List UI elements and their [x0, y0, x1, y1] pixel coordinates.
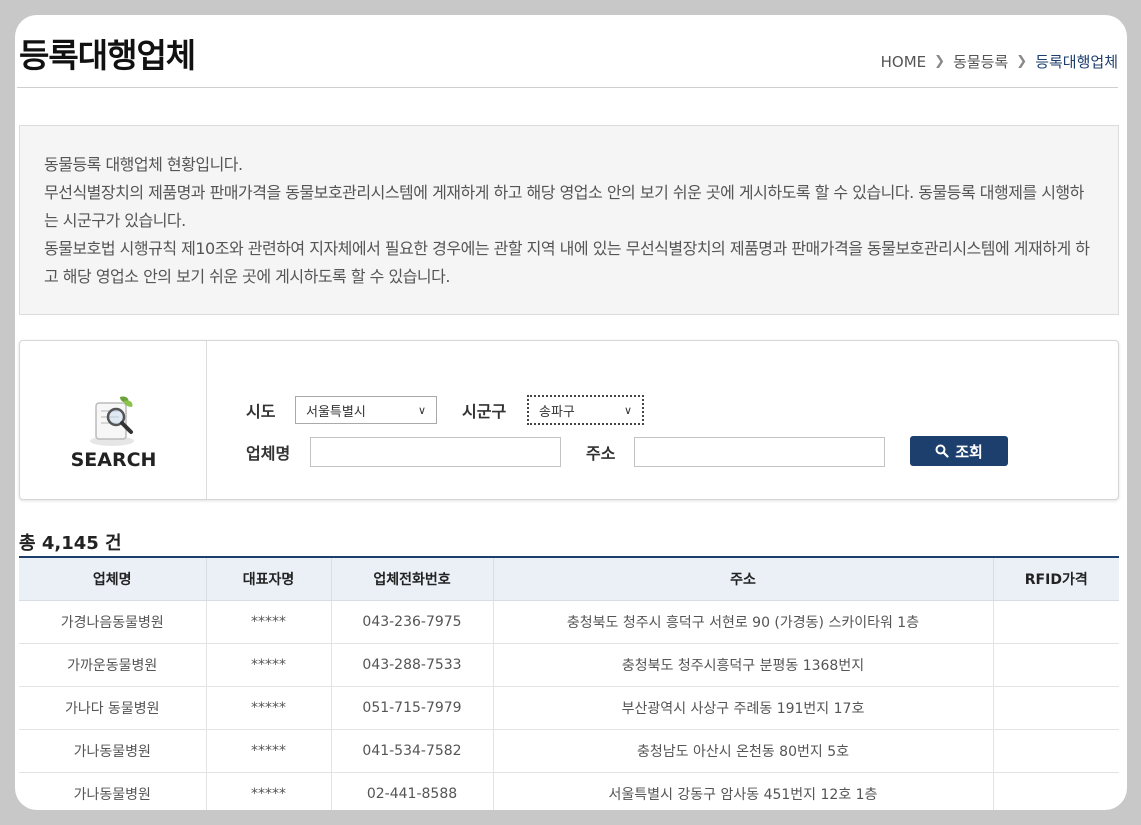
sido-label: 시도: [246, 402, 276, 421]
cell-representative: *****: [206, 600, 332, 644]
cell-company[interactable]: 가나동물병원: [19, 729, 207, 773]
notice-line: 동물등록 대행업체 현황입니다.: [44, 155, 243, 174]
chevron-down-icon: ∨: [623, 403, 632, 417]
cell-phone: 043-236-7975: [331, 600, 494, 644]
cell-rfid-price: [993, 643, 1119, 687]
company-name-label: 업체명: [246, 444, 291, 463]
breadcrumb-current[interactable]: 등록대행업체: [1035, 51, 1118, 72]
cell-phone: 043-288-7533: [331, 643, 494, 687]
cell-company[interactable]: 가까운동물병원: [19, 643, 207, 687]
cell-representative: *****: [206, 729, 332, 773]
cell-phone: 051-715-7979: [331, 686, 494, 730]
cell-rfid-price: [993, 772, 1119, 810]
chevron-right-icon: ❯: [934, 54, 946, 69]
address-input[interactable]: [634, 437, 885, 467]
cell-phone: 041-534-7582: [331, 729, 494, 773]
column-header-company[interactable]: 업체명: [19, 557, 207, 601]
column-header-phone[interactable]: 업체전화번호: [331, 557, 494, 601]
sido-select[interactable]: 서울특별시 ∨: [295, 396, 437, 424]
search-button[interactable]: 조회: [910, 436, 1008, 466]
cell-representative: *****: [206, 686, 332, 730]
cell-rfid-price: [993, 600, 1119, 644]
sigungu-label: 시군구: [462, 402, 507, 421]
table-row[interactable]: 가나다 동물병원 ***** 051-715-7979 부산광역시 사상구 주례…: [19, 686, 1119, 730]
search-panel: SEARCH 시도 서울특별시 ∨ 시군구 송파구 ∨ 업체명 주소 조회: [19, 340, 1119, 500]
cell-rfid-price: [993, 729, 1119, 773]
table-row[interactable]: 가나동물병원 ***** 041-534-7582 충청남도 아산시 온천동 8…: [19, 729, 1119, 773]
breadcrumb: HOME ❯ 동물등록 ❯ 등록대행업체: [881, 51, 1118, 72]
page-frame: 등록대행업체 HOME ❯ 동물등록 ❯ 등록대행업체 동물등록 대행업체 현황…: [15, 15, 1127, 810]
cell-address: 충청남도 아산시 온천동 80번지 5호: [493, 729, 994, 773]
company-name-input[interactable]: [310, 437, 561, 467]
cell-representative: *****: [206, 643, 332, 687]
cell-address: 부산광역시 사상구 주례동 191번지 17호: [493, 686, 994, 730]
chevron-down-icon: ∨: [417, 403, 426, 417]
column-header-representative[interactable]: 대표자명: [206, 557, 332, 601]
total-count: 총 4,145 건: [19, 533, 122, 554]
search-label: SEARCH: [70, 449, 157, 471]
table-row[interactable]: 가경나음동물병원 ***** 043-236-7975 충청북도 청주시 흥덕구…: [19, 600, 1119, 644]
breadcrumb-home[interactable]: HOME: [881, 53, 927, 71]
notice-box: 동물등록 대행업체 현황입니다. 무선식별장치의 제품명과 판매가격을 동물보호…: [19, 125, 1119, 315]
search-badge: SEARCH: [20, 341, 207, 499]
address-label: 주소: [586, 444, 616, 463]
breadcrumb-parent[interactable]: 동물등록: [953, 51, 1008, 72]
column-header-address[interactable]: 주소: [493, 557, 994, 601]
sigungu-select[interactable]: 송파구 ∨: [527, 395, 644, 425]
results-table: 업체명 대표자명 업체전화번호 주소 RFID가격 가경나음동물병원 *****…: [19, 556, 1119, 810]
table-header-row: 업체명 대표자명 업체전화번호 주소 RFID가격: [19, 557, 1119, 601]
cell-company[interactable]: 가경나음동물병원: [19, 600, 207, 644]
table-row[interactable]: 가까운동물병원 ***** 043-288-7533 충청북도 청주시흥덕구 분…: [19, 643, 1119, 687]
cell-company[interactable]: 가나다 동물병원: [19, 686, 207, 730]
cell-company[interactable]: 가나동물병원: [19, 772, 207, 810]
cell-representative: *****: [206, 772, 332, 810]
sigungu-select-value: 송파구: [539, 404, 575, 420]
page-title: 등록대행업체: [19, 36, 196, 75]
cell-rfid-price: [993, 686, 1119, 730]
cell-phone: 02-441-8588: [331, 772, 494, 810]
column-header-rfid-price[interactable]: RFID가격: [993, 557, 1119, 601]
table-row[interactable]: 가나동물병원 ***** 02-441-8588 서울특별시 강동구 암사동 4…: [19, 772, 1119, 810]
title-divider: [17, 87, 1118, 88]
sido-select-value: 서울특별시: [306, 404, 366, 420]
search-button-label: 조회: [955, 442, 983, 461]
cell-address: 충청북도 청주시흥덕구 분평동 1368번지: [493, 643, 994, 687]
search-icon: [935, 444, 949, 458]
magnifier-document-icon: [86, 393, 142, 449]
cell-address: 서울특별시 강동구 암사동 451번지 12호 1층: [493, 772, 994, 810]
chevron-right-icon: ❯: [1016, 54, 1028, 69]
notice-line: 무선식별장치의 제품명과 판매가격을 동물보호관리시스템에 게재하게 하고 해당…: [44, 183, 1084, 230]
notice-line: 동물보호법 시행규칙 제10조와 관련하여 지자체에서 필요한 경우에는 관할 …: [44, 239, 1090, 286]
cell-address: 충청북도 청주시 흥덕구 서현로 90 (가경동) 스카이타워 1층: [493, 600, 994, 644]
